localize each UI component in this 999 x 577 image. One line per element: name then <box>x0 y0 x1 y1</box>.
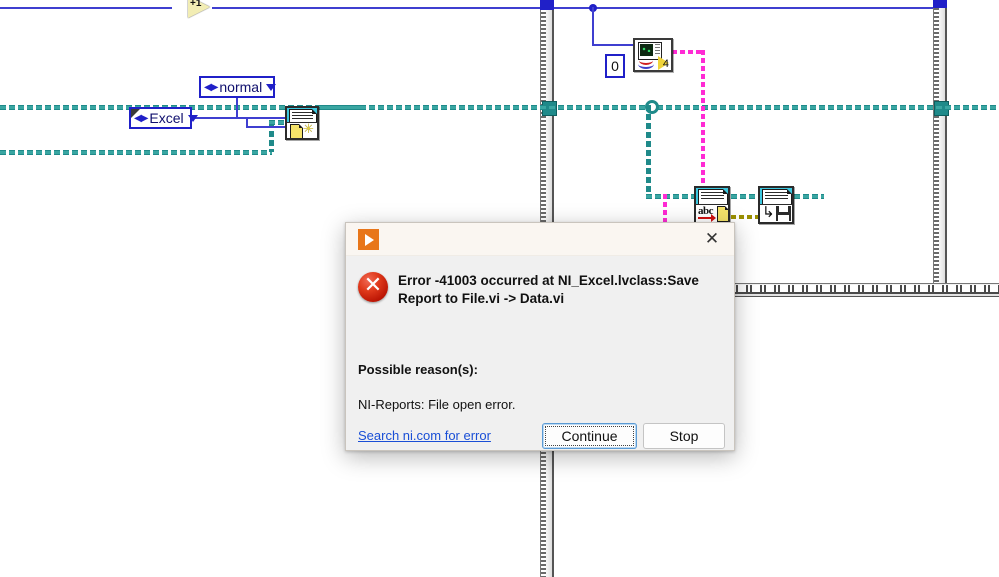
dialog-titlebar[interactable]: ✕ <box>346 223 734 256</box>
wire-error-into-new-report <box>269 120 285 125</box>
loop-tunnel-numeric <box>540 0 554 10</box>
waveform-express-vi[interactable]: 4 <box>633 38 673 72</box>
express-vi-instance-number: 4 <box>662 58 669 70</box>
stop-button[interactable]: Stop <box>643 423 725 449</box>
numeric-zero-constant[interactable]: 0 <box>605 54 625 78</box>
save-arrow-icon: ↳ <box>762 205 775 221</box>
wire-string-from-express <box>672 50 704 54</box>
report-type-enum[interactable]: ◀▶ Excel <box>129 107 198 129</box>
stop-button-label: Stop <box>669 428 699 444</box>
continue-button[interactable]: Continue <box>542 423 637 449</box>
wire-string-down <box>701 50 705 196</box>
labview-block-diagram-window: +1 ◀▶ normal ◀▶ Excel 0 ✳ 4 abc ↳ ✕ ✕ Er… <box>0 0 999 577</box>
wire-numeric-drop <box>592 7 594 45</box>
error-message: Error -41003 occurred at NI_Excel.lvclas… <box>398 273 699 306</box>
new-report-vi[interactable]: ✳ <box>285 106 319 140</box>
labview-run-icon <box>358 229 379 250</box>
wire-excel-into-vi <box>246 126 288 128</box>
enum-corner-marker <box>131 109 140 118</box>
floppy-disk-icon <box>776 206 791 221</box>
wire-error-out-save <box>794 194 824 199</box>
append-text-report-vi[interactable]: abc <box>694 186 730 224</box>
wire-error-branch-down <box>646 105 651 197</box>
loop-bottom-border[interactable] <box>722 283 999 297</box>
wire-numeric-to-express <box>592 44 636 46</box>
possible-reasons-text: NI-Reports: File open error. <box>358 397 516 412</box>
wire-numeric-top-left <box>0 7 172 9</box>
wire-error-lower-left <box>0 150 272 155</box>
report-template-enum[interactable]: ◀▶ normal <box>199 76 277 98</box>
increment-label: +1 <box>190 0 202 9</box>
new-star-icon: ✳ <box>303 123 314 137</box>
chevron-down-icon <box>266 83 277 91</box>
wire-numeric-top-right <box>552 7 942 9</box>
error-dialog[interactable]: ✕ ✕ Error -41003 occurred at NI_Excel.lv… <box>345 222 735 451</box>
error-x-glyph: ✕ <box>363 273 383 298</box>
search-ni-link[interactable]: Search ni.com for error <box>358 428 491 443</box>
report-type-enum-value: Excel <box>149 110 184 126</box>
error-icon: ✕ <box>358 272 388 302</box>
wire-numeric-top-mid <box>212 7 552 9</box>
wire-error-out-new-report <box>320 105 360 110</box>
focus-ring <box>545 426 634 446</box>
report-template-enum-value: normal <box>219 79 263 95</box>
numeric-zero-value: 0 <box>611 58 619 74</box>
loop-tunnel-numeric-right <box>933 0 947 8</box>
save-report-to-file-vi[interactable]: ↳ <box>758 186 794 224</box>
loop-right-border[interactable] <box>933 0 947 292</box>
close-icon[interactable]: ✕ <box>690 223 734 255</box>
enum-spinner-icon: ◀▶ <box>204 81 218 93</box>
chevron-down-icon <box>187 114 198 122</box>
wire-template-down <box>236 97 238 119</box>
possible-reasons-label: Possible reason(s): <box>358 362 478 377</box>
